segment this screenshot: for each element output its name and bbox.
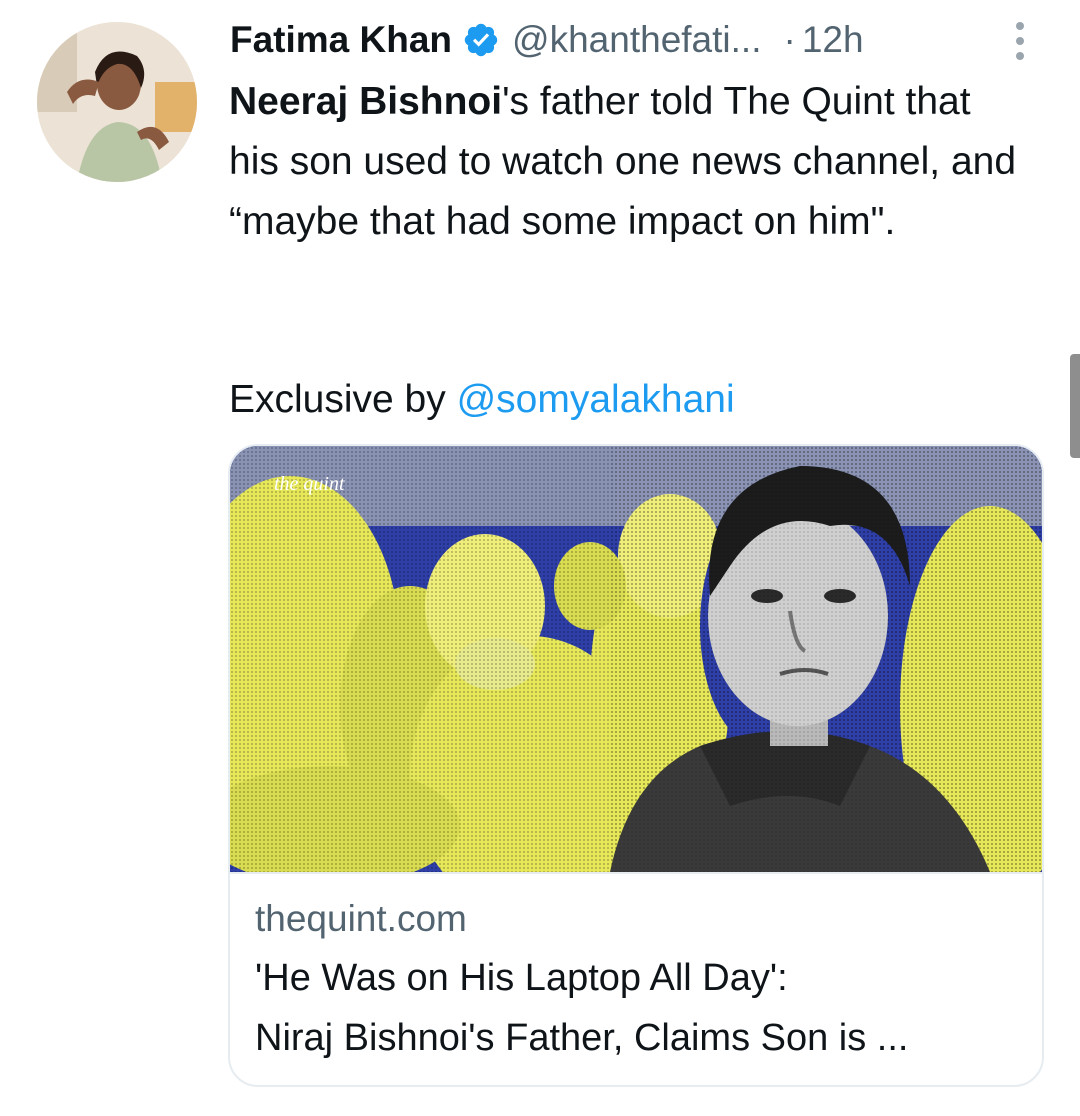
tweet-credit-line: Exclusive by @somyalakhani [229, 370, 735, 430]
link-preview-card[interactable]: the quint thequint.com 'He Was on His La… [228, 444, 1044, 1087]
card-title: 'He Was on His Laptop All Day': Niraj Bi… [255, 948, 1025, 1068]
mention-link[interactable]: @somyalakhani [457, 378, 735, 421]
scrollbar[interactable] [1070, 354, 1080, 458]
author-handle[interactable]: @khanthefati... [512, 19, 761, 61]
author-avatar[interactable] [37, 22, 197, 182]
card-image-watermark: the quint [274, 473, 345, 495]
exclusive-prefix: Exclusive by [229, 378, 457, 421]
tweet-header: Fatima Khan @khanthefati... · 12h [230, 14, 864, 66]
tweet-body: Neeraj Bishnoi's father told The Quint t… [229, 72, 1029, 252]
card-title-line-1: 'He Was on His Laptop All Day': [255, 957, 788, 999]
card-image: the quint [230, 446, 1042, 872]
card-domain: thequint.com [255, 898, 467, 939]
tweet-bold-name: Neeraj Bishnoi [229, 80, 503, 123]
avatar-photo [37, 22, 197, 182]
card-divider [230, 872, 1042, 874]
card-photo: the quint [230, 446, 1042, 872]
more-options-icon[interactable] [1008, 18, 1032, 64]
author-name[interactable]: Fatima Khan [230, 19, 452, 61]
tweet-timestamp[interactable]: 12h [802, 19, 864, 61]
verified-badge-icon [464, 23, 498, 57]
header-separator: · [783, 19, 796, 60]
card-title-line-2: Niraj Bishnoi's Father, Claims Son is ..… [255, 1017, 909, 1059]
